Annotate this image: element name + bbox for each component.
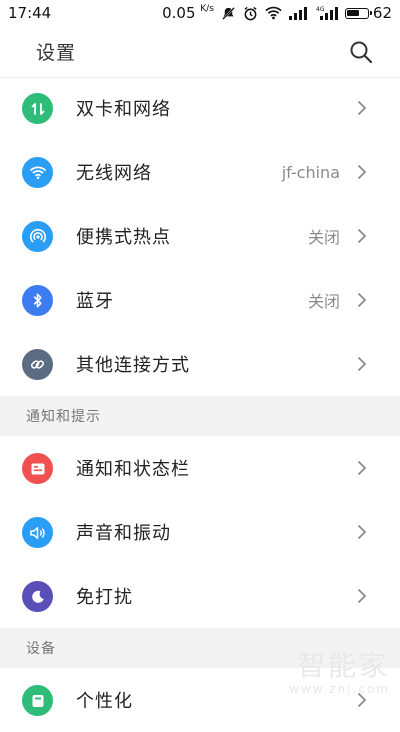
wifi-icon bbox=[22, 157, 53, 188]
battery-indicator: 62 bbox=[344, 4, 392, 22]
settings-item-wifi[interactable]: 无线网络 jf-china bbox=[0, 140, 400, 204]
signal-icon bbox=[288, 6, 309, 20]
moon-icon bbox=[22, 581, 53, 612]
settings-item-value: 关闭 bbox=[307, 292, 340, 311]
personalize-icon bbox=[22, 685, 53, 716]
settings-item-value: jf-china bbox=[281, 162, 340, 182]
page-title: 设置 bbox=[36, 42, 77, 64]
settings-item-sound[interactable]: 声音和振动 bbox=[0, 500, 400, 564]
settings-item-notification[interactable]: 通知和状态栏 bbox=[0, 436, 400, 500]
status-time: 17:44 bbox=[8, 4, 52, 22]
settings-item-value: 关闭 bbox=[307, 228, 340, 247]
chevron-right-icon bbox=[354, 163, 370, 181]
chevron-right-icon bbox=[354, 355, 370, 373]
battery-percent: 62 bbox=[372, 4, 392, 22]
dual-sim-icon bbox=[22, 93, 53, 124]
chevron-right-icon bbox=[354, 459, 370, 477]
section-header: 通知和提示 bbox=[0, 396, 400, 436]
settings-item-label: 免打扰 bbox=[76, 587, 133, 608]
settings-item-label: 其他连接方式 bbox=[76, 355, 190, 376]
link-icon bbox=[22, 349, 53, 380]
bluetooth-icon bbox=[22, 285, 53, 316]
signal-4g-icon: 4G bbox=[316, 6, 338, 20]
settings-item-label: 无线网络 bbox=[76, 163, 152, 184]
settings-item-dual-sim[interactable]: 双卡和网络 bbox=[0, 76, 400, 140]
sound-icon bbox=[22, 517, 53, 548]
chevron-right-icon bbox=[354, 587, 370, 605]
search-icon bbox=[350, 41, 373, 63]
chevron-right-icon bbox=[354, 227, 370, 245]
settings-item-label: 声音和振动 bbox=[76, 523, 171, 544]
settings-item-hotspot[interactable]: 便携式热点 关闭 bbox=[0, 204, 400, 268]
chevron-right-icon bbox=[354, 291, 370, 309]
search-button[interactable] bbox=[348, 39, 374, 65]
mute-icon bbox=[221, 6, 236, 21]
svg-text:4G: 4G bbox=[316, 6, 325, 13]
settings-item-label: 双卡和网络 bbox=[76, 99, 171, 120]
chevron-right-icon bbox=[354, 523, 370, 541]
settings-item-bluetooth[interactable]: 蓝牙 关闭 bbox=[0, 268, 400, 332]
watermark: 智能家 www.znj.com bbox=[289, 644, 390, 696]
watermark-text: 智能家 bbox=[296, 649, 390, 682]
notification-icon bbox=[22, 453, 53, 484]
status-bar: 17:44 0.05 K/s 4G 62 bbox=[0, 0, 400, 26]
settings-item-label: 蓝牙 bbox=[76, 291, 114, 312]
app-header: 设置 bbox=[0, 26, 400, 78]
settings-list: 双卡和网络 无线网络 jf-china 便携式热点 关闭 蓝牙 关闭 其他连接方式 通知和提示通… bbox=[0, 76, 400, 732]
status-icons: 0.05 K/s 4G 62 bbox=[162, 4, 392, 22]
alarm-icon bbox=[243, 6, 258, 21]
settings-item-moon[interactable]: 免打扰 bbox=[0, 564, 400, 628]
settings-item-link[interactable]: 其他连接方式 bbox=[0, 332, 400, 396]
chevron-right-icon bbox=[354, 99, 370, 117]
watermark-url: www.znj.com bbox=[289, 682, 390, 696]
wifi-icon bbox=[265, 6, 282, 20]
network-speed: 0.05 K/s bbox=[162, 4, 214, 22]
settings-item-label: 个性化 bbox=[76, 691, 133, 712]
battery-icon bbox=[344, 7, 372, 19]
hotspot-icon bbox=[22, 221, 53, 252]
settings-item-label: 便携式热点 bbox=[76, 227, 171, 248]
settings-item-label: 通知和状态栏 bbox=[76, 459, 190, 480]
